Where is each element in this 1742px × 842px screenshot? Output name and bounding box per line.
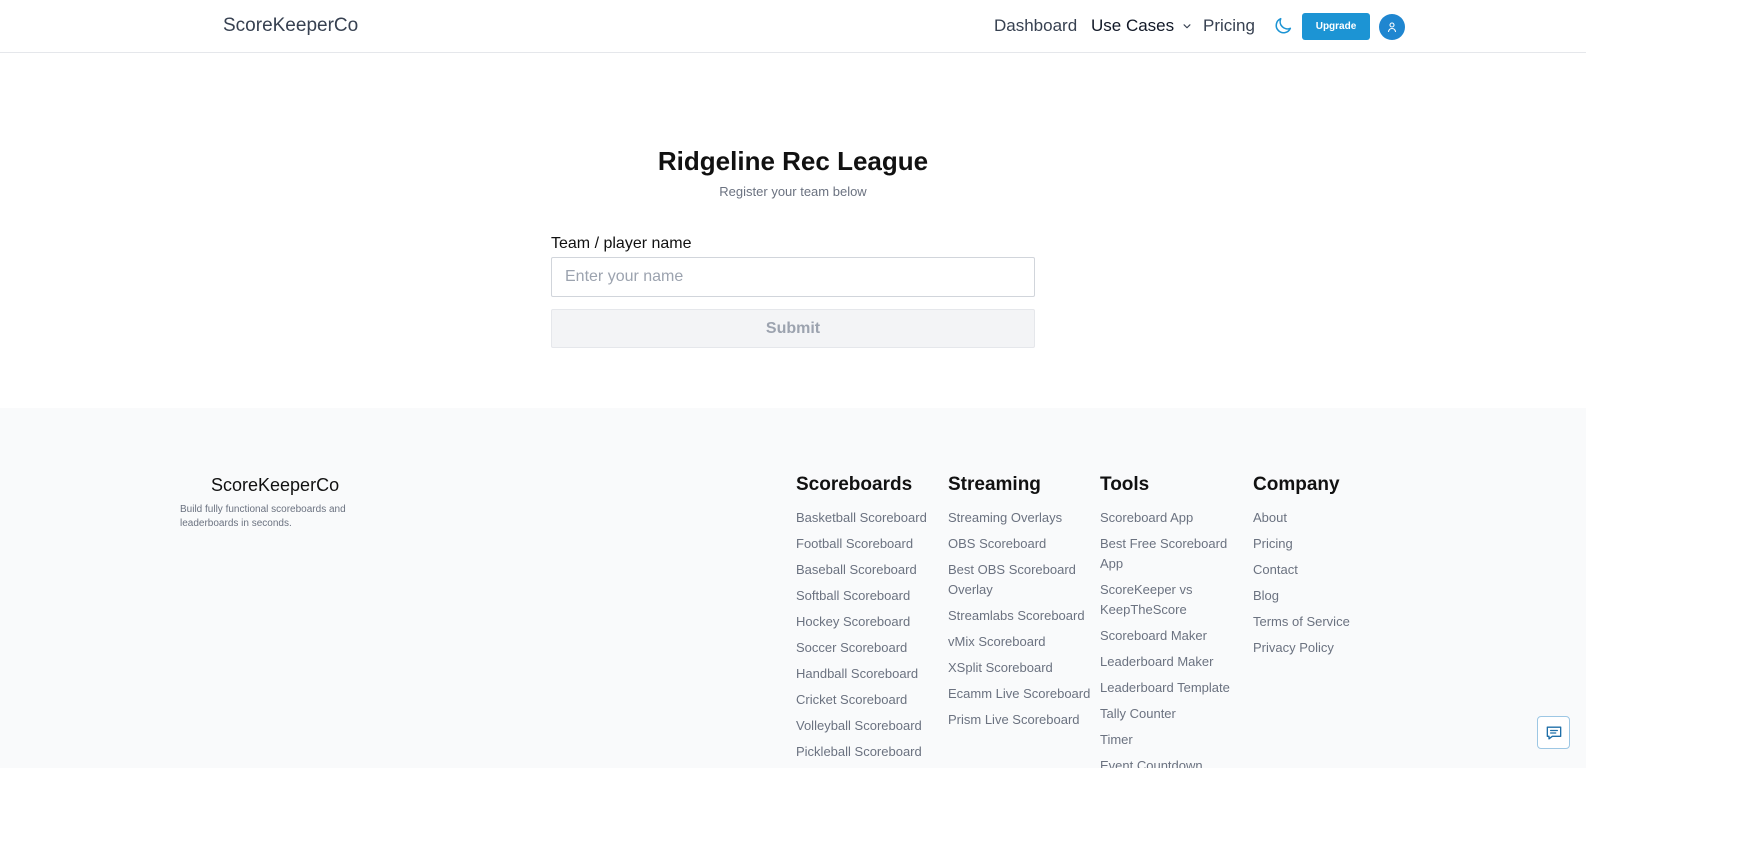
footer-link[interactable]: Pricing [1253, 534, 1403, 554]
nav-use-cases-dropdown[interactable]: Use Cases [1091, 16, 1194, 36]
footer-link[interactable]: Streamlabs Scoreboard [948, 606, 1098, 626]
footer-link[interactable]: Pickleball Scoreboard [796, 742, 946, 762]
footer-brand-link[interactable]: ScoreKeeperCo [211, 475, 339, 496]
upgrade-button[interactable]: Upgrade [1302, 13, 1370, 40]
chat-icon [1546, 726, 1561, 739]
user-icon [1387, 22, 1397, 33]
footer-link[interactable]: Hockey Scoreboard [796, 612, 946, 632]
footer-link[interactable]: Tally Counter [1100, 704, 1245, 724]
footer-column-scoreboards: Scoreboards Basketball Scoreboard Footba… [796, 474, 946, 768]
footer-column-heading: Streaming [948, 474, 1041, 495]
footer-link[interactable]: Blog [1253, 586, 1403, 606]
footer-column-heading: Tools [1100, 474, 1150, 495]
footer-link[interactable]: Football Scoreboard [796, 534, 946, 554]
submit-button[interactable]: Submit [551, 309, 1035, 348]
footer-link[interactable]: Volleyball Scoreboard [796, 716, 946, 736]
footer-link[interactable]: XSplit Scoreboard [948, 658, 1098, 678]
footer-link[interactable]: Soccer Scoreboard [796, 638, 946, 658]
footer-link[interactable]: Timer [1100, 730, 1245, 750]
footer-link[interactable]: Prism Live Scoreboard [948, 710, 1098, 730]
footer-link[interactable]: ScoreKeeper vs KeepTheScore [1100, 580, 1245, 620]
footer-link[interactable]: Baseball Scoreboard [796, 560, 946, 580]
footer-link[interactable]: Cricket Scoreboard [796, 690, 946, 710]
user-avatar-button[interactable] [1379, 14, 1405, 40]
site-footer: ScoreKeeperCo Build fully functional sco… [0, 408, 1586, 768]
footer-link[interactable]: Scoreboard Maker [1100, 626, 1245, 646]
footer-link[interactable]: Leaderboard Template [1100, 678, 1245, 698]
footer-column-streaming: Streaming Streaming Overlays OBS Scorebo… [948, 474, 1098, 736]
footer-column-company: Company About Pricing Contact Blog Terms… [1253, 474, 1403, 664]
footer-link[interactable]: OBS Scoreboard [948, 534, 1098, 554]
footer-link[interactable]: Basketball Scoreboard [796, 508, 946, 528]
moon-icon[interactable] [1272, 15, 1294, 37]
footer-link[interactable]: Softball Scoreboard [796, 586, 946, 606]
footer-tagline: Build fully functional scoreboards and l… [180, 504, 346, 529]
footer-link[interactable]: Terms of Service [1253, 612, 1403, 632]
footer-link[interactable]: Ecamm Live Scoreboard [948, 684, 1098, 704]
top-navbar: ScoreKeeperCo Dashboard Use Cases Pricin… [0, 0, 1586, 53]
chevron-down-icon [1183, 24, 1191, 29]
footer-link[interactable]: Contact [1253, 560, 1403, 580]
footer-link[interactable]: Best OBS Scoreboard Overlay [948, 560, 1098, 600]
footer-link[interactable]: Scoreboard App [1100, 508, 1245, 528]
team-name-input[interactable] [551, 257, 1035, 297]
footer-link[interactable]: Event Countdown [1100, 756, 1245, 768]
footer-link[interactable]: Privacy Policy [1253, 638, 1403, 658]
page-title: Ridgeline Rec League [657, 146, 929, 176]
footer-link[interactable]: Streaming Overlays [948, 508, 1098, 528]
footer-column-tools: Tools Scoreboard App Best Free Scoreboar… [1100, 474, 1245, 768]
footer-link[interactable]: Leaderboard Maker [1100, 652, 1245, 672]
footer-link[interactable]: About [1253, 508, 1403, 528]
nav-pricing-link[interactable]: Pricing [1203, 16, 1255, 36]
footer-column-heading: Company [1253, 474, 1340, 495]
brand-logo-link[interactable]: ScoreKeeperCo [223, 15, 358, 37]
chat-widget-button[interactable] [1537, 716, 1570, 749]
footer-link[interactable]: Handball Scoreboard [796, 664, 946, 684]
footer-link[interactable]: vMix Scoreboard [948, 632, 1098, 652]
app-viewport: ScoreKeeperCo Dashboard Use Cases Pricin… [0, 0, 1586, 768]
nav-use-cases-label: Use Cases [1091, 16, 1175, 35]
page-subtitle: Register your team below [719, 184, 867, 199]
footer-link[interactable]: Best Free Scoreboard App [1100, 534, 1245, 574]
footer-column-heading: Scoreboards [796, 474, 913, 495]
nav-dashboard-link[interactable]: Dashboard [994, 16, 1077, 36]
team-name-label: Team / player name [551, 235, 692, 252]
